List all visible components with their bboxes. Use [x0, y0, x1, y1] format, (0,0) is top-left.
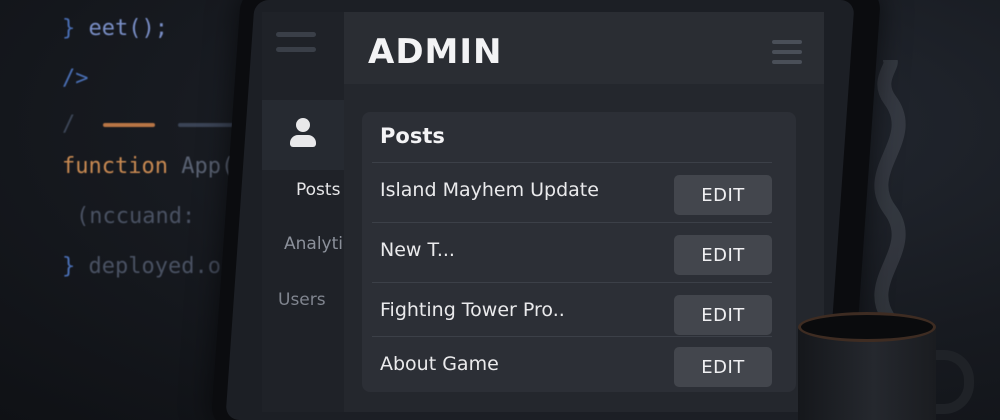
code-text: />	[62, 66, 89, 91]
edit-button[interactable]: EDIT	[674, 235, 772, 275]
code-text: eet();	[88, 16, 168, 41]
post-title: Island Mayhem Update	[380, 179, 599, 201]
card-title: Posts	[380, 124, 445, 148]
code-underline-accent	[102, 123, 155, 127]
top-bar: ADMIN	[344, 12, 824, 84]
post-row: Island Mayhem Update EDIT	[372, 162, 772, 219]
post-title: New T...	[380, 239, 455, 261]
post-title: About Game	[380, 353, 499, 375]
page-title: ADMIN	[368, 32, 503, 72]
code-line: } deployed.ocs	[62, 254, 247, 279]
main-panel: ADMIN Posts Island Mayhem Update EDIT Ne…	[344, 12, 824, 412]
code-brace: }	[62, 254, 76, 279]
code-text: (nccuand:	[76, 204, 196, 229]
post-row: Fighting Tower Pro.. EDIT	[372, 282, 772, 339]
code-keyword: function	[62, 154, 168, 179]
coffee-mug	[798, 312, 974, 420]
user-icon	[288, 118, 318, 152]
admin-app: Posts Analytics Users ADMIN Posts Island…	[240, 0, 840, 420]
edit-button[interactable]: EDIT	[674, 347, 772, 387]
sidebar-user-button[interactable]	[262, 100, 344, 170]
code-line: } eet();	[62, 16, 168, 41]
post-row: About Game EDIT	[372, 336, 772, 389]
posts-card: Posts Island Mayhem Update EDIT New T...…	[362, 112, 796, 392]
code-line: />	[62, 66, 89, 91]
code-underline-dim	[177, 123, 240, 127]
code-brace: }	[62, 16, 76, 41]
code-line: (nccuand:	[76, 204, 195, 229]
laptop-screen: Posts Analytics Users ADMIN Posts Island…	[225, 0, 855, 420]
sidebar-item-users[interactable]: Users	[278, 290, 326, 310]
code-text: /	[62, 112, 76, 137]
code-line: /	[62, 112, 240, 137]
post-row: New T... EDIT	[372, 222, 772, 279]
menu-icon[interactable]	[772, 40, 802, 70]
sidebar-item-posts[interactable]: Posts	[296, 180, 340, 200]
code-line: function App()	[62, 154, 247, 179]
edit-button[interactable]: EDIT	[674, 295, 772, 335]
scene: } eet(); /> / function App() (nccuand: }…	[0, 0, 1000, 420]
sidebar: Posts Analytics Users	[262, 12, 361, 412]
mug-rim	[798, 312, 936, 342]
edit-button[interactable]: EDIT	[674, 175, 772, 215]
post-title: Fighting Tower Pro..	[380, 299, 565, 321]
hamburger-icon[interactable]	[276, 32, 316, 62]
